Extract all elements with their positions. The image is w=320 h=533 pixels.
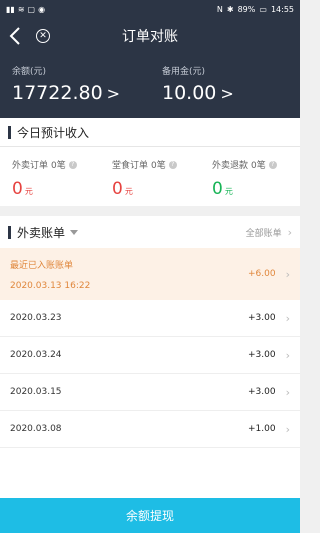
income-item-dinein: 堂食订单 0笔? 0元 [112, 158, 177, 199]
reserve-chevron-icon: > [220, 83, 234, 103]
takeout-bill-card: 外卖账单 全部账单 › 最近已入账账单 2020.03.13 16:22 +6.0… [0, 216, 300, 498]
bluetooth-icon: ✱ [226, 4, 234, 14]
message-icon: ▢ [27, 4, 36, 14]
bill-title: 外卖账单 [17, 225, 66, 240]
bill-row[interactable]: 2020.03.15 +3.00 › [0, 374, 300, 411]
chevron-right-icon: › [285, 311, 290, 325]
income-unit: 元 [124, 187, 133, 196]
back-button[interactable] [0, 18, 30, 54]
chevron-right-icon: › [285, 422, 290, 436]
today-income-card: 今日预计收入 外卖订单 0笔? 0元 堂食订单 0笔? 0元 外卖退款 0笔? 0元 [0, 118, 300, 206]
income-title: 今日预计收入 [17, 125, 90, 140]
income-item-refund: 外卖退款 0笔? 0元 [212, 158, 277, 199]
bill-date: 2020.03.15 [10, 387, 62, 397]
bill-row[interactable]: 2020.03.08 +1.00 › [0, 411, 300, 448]
account-summary: 余额(元) 17722.80 > 备用金(元) 10.00 > [0, 54, 300, 118]
clock: 14:55 [270, 4, 294, 14]
section-marker [8, 125, 11, 139]
chevron-right-icon: › [285, 267, 290, 281]
income-label: 外卖退款 [212, 161, 249, 171]
income-unit: 元 [224, 187, 233, 196]
income-value: 0 [112, 179, 123, 199]
bill-amount: +1.00 [248, 424, 276, 434]
income-count: 0笔 [51, 161, 66, 171]
bill-date: 2020.03.23 [10, 313, 62, 323]
all-bills-label: 全部账单 [245, 228, 282, 239]
balance-value: 17722.80 [12, 82, 103, 104]
nav-bar: ✕ 订单对账 [0, 18, 300, 54]
income-unit: 元 [24, 187, 33, 196]
income-count: 0笔 [251, 161, 266, 171]
section-marker [8, 225, 11, 239]
income-item-takeout: 外卖订单 0笔? 0元 [12, 158, 77, 199]
recent-bill-row[interactable]: 最近已入账账单 2020.03.13 16:22 +6.00 › [0, 248, 300, 300]
income-value: 0 [12, 179, 23, 199]
close-icon: ✕ [39, 30, 47, 41]
bill-type-dropdown[interactable]: 外卖账单 [8, 224, 79, 241]
wifi-icon: ≋ [17, 4, 25, 14]
reserve-label: 备用金(元) [162, 67, 206, 77]
help-icon[interactable]: ? [68, 160, 77, 169]
recent-label: 最近已入账账单 [10, 260, 74, 271]
caret-down-icon [70, 229, 79, 235]
chevron-right-icon: › [287, 225, 292, 239]
signal-icon: ▮▮ [6, 4, 15, 14]
balance-block[interactable]: 余额(元) 17722.80 > [12, 64, 120, 104]
help-icon[interactable]: ? [168, 160, 177, 169]
battery-percent: 89% [237, 4, 256, 14]
withdraw-button[interactable]: 余额提现 [0, 498, 300, 533]
status-bar: ▮▮ ≋ ▢ ◉ N ✱ 89% ▭ 14:55 [0, 0, 300, 18]
income-count: 0笔 [151, 161, 166, 171]
bill-amount: +3.00 [248, 313, 276, 323]
income-label: 堂食订单 [112, 161, 149, 171]
chevron-right-icon: › [285, 348, 290, 362]
income-label: 外卖订单 [12, 161, 49, 171]
all-bills-link[interactable]: 全部账单 › [246, 226, 292, 239]
recent-amount: +6.00 [248, 269, 276, 279]
bill-amount: +3.00 [248, 350, 276, 360]
reserve-value: 10.00 [162, 82, 217, 104]
divider [0, 146, 300, 147]
section-gap [0, 206, 300, 216]
app-icon: ◉ [38, 4, 46, 14]
help-icon[interactable]: ? [268, 160, 277, 169]
bill-date: 2020.03.08 [10, 424, 62, 434]
bill-date: 2020.03.24 [10, 350, 62, 360]
battery-icon: ▭ [259, 4, 267, 14]
bill-row[interactable]: 2020.03.24 +3.00 › [0, 337, 300, 374]
close-button[interactable]: ✕ [36, 29, 50, 43]
bill-row[interactable]: 2020.03.23 +3.00 › [0, 300, 300, 337]
chevron-right-icon: › [285, 385, 290, 399]
income-value: 0 [212, 179, 223, 199]
recent-date: 2020.03.13 16:22 [10, 280, 91, 291]
reserve-block[interactable]: 备用金(元) 10.00 > [162, 64, 234, 104]
balance-label: 余额(元) [12, 67, 47, 77]
status-icons: ▮▮ ≋ ▢ ◉ [6, 5, 45, 14]
bill-amount: +3.00 [248, 387, 276, 397]
balance-chevron-icon: > [106, 83, 121, 103]
nfc-icon: N [216, 4, 223, 14]
back-icon [9, 27, 20, 45]
